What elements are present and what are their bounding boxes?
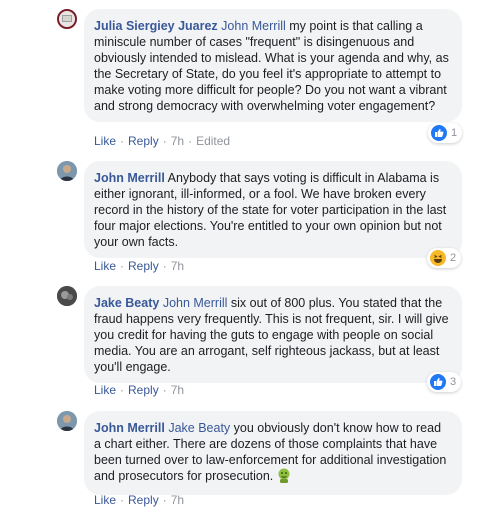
mention-link[interactable]: Jake Beaty <box>168 421 230 435</box>
like-button[interactable]: Like <box>94 383 116 397</box>
timestamp[interactable]: 7h <box>171 493 184 507</box>
separator: · <box>162 383 167 397</box>
nauseated-face-icon <box>277 468 291 487</box>
reaction-summary[interactable]: 2 <box>427 248 462 268</box>
reaction-count: 2 <box>450 252 457 264</box>
reaction-count: 3 <box>450 376 457 388</box>
avatar[interactable] <box>57 161 77 181</box>
like-icon <box>431 125 447 141</box>
comment-author[interactable]: Julia Siergiey Juarez <box>94 19 218 33</box>
reply-button[interactable]: Reply <box>128 383 159 397</box>
timestamp[interactable]: 7h <box>171 259 184 273</box>
reaction-summary[interactable]: 3 <box>427 372 462 392</box>
reply-button[interactable]: Reply <box>128 493 159 507</box>
reply-button[interactable]: Reply <box>128 134 159 148</box>
comment-actions: Like · Reply · 7h <box>94 259 184 273</box>
comment-author[interactable]: Jake Beaty <box>94 296 159 310</box>
comment-bubble: Jake Beaty John Merrill six out of 800 p… <box>84 286 462 383</box>
comment-author[interactable]: John Merrill <box>94 421 165 435</box>
like-button[interactable]: Like <box>94 134 116 148</box>
avatar[interactable] <box>57 286 77 306</box>
user-photo-icon <box>59 11 75 27</box>
reaction-summary[interactable]: 1 <box>428 123 463 143</box>
mention-link[interactable]: John Merrill <box>163 296 228 310</box>
timestamp[interactable]: 7h <box>171 383 184 397</box>
reply-button[interactable]: Reply <box>128 259 159 273</box>
like-button[interactable]: Like <box>94 259 116 273</box>
comment-actions: Like · Reply · 7h <box>94 493 184 507</box>
separator: · <box>120 383 125 397</box>
haha-icon <box>430 250 446 266</box>
like-button[interactable]: Like <box>94 493 116 507</box>
comment-actions: Like · Reply · 7h · Edited <box>94 134 230 148</box>
comment-bubble: John Merrill Anybody that says voting is… <box>84 161 462 258</box>
user-photo-icon <box>57 411 77 431</box>
comment-author[interactable]: John Merrill <box>94 171 165 185</box>
comment-bubble: John Merrill Jake Beaty you obviously do… <box>84 411 462 495</box>
like-icon <box>430 374 446 390</box>
edited-label[interactable]: Edited <box>196 134 230 148</box>
user-photo-icon <box>57 161 77 181</box>
comment-actions: Like · Reply · 7h <box>94 383 184 397</box>
separator: · <box>120 259 125 273</box>
reaction-count: 1 <box>451 127 458 139</box>
separator: · <box>120 134 125 148</box>
avatar[interactable] <box>57 411 77 431</box>
separator: · <box>188 134 193 148</box>
separator: · <box>162 493 167 507</box>
user-photo-icon <box>57 286 77 306</box>
timestamp[interactable]: 7h <box>171 134 184 148</box>
comment-text: my point is that calling a miniscule num… <box>94 19 449 113</box>
separator: · <box>162 259 167 273</box>
separator: · <box>162 134 167 148</box>
avatar[interactable] <box>57 9 77 29</box>
separator: · <box>120 493 125 507</box>
mention-link[interactable]: John Merrill <box>221 19 286 33</box>
comment-bubble: Julia Siergiey Juarez John Merrill my po… <box>84 9 462 122</box>
